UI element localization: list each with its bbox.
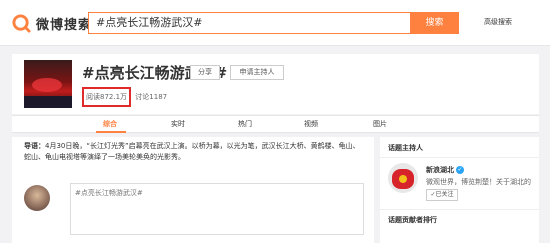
post-composer[interactable]: #点亮长江畅游武汉#: [70, 183, 364, 235]
host-description: 微观世界，博览荆楚！关于湖北的: [426, 178, 531, 186]
topic-guide: 导语：4月30日晚，“长江灯光秀”启幕亮在武汉上演。以桥为幕，以光为笔，武汉长江…: [24, 141, 364, 163]
host-name[interactable]: 新浪湖北 ✓: [426, 165, 464, 175]
follow-button[interactable]: ✓已关注: [426, 189, 458, 201]
tab-video[interactable]: 视频: [304, 119, 318, 129]
apply-host-button[interactable]: 申请主持人: [230, 65, 284, 80]
guide-label: 导语：: [24, 142, 45, 150]
advanced-search-link[interactable]: 高级搜索: [484, 17, 512, 27]
weibo-search-logo-icon: [12, 13, 31, 33]
tab-realtime[interactable]: 实时: [171, 119, 185, 129]
guide-text: 4月30日晚，“长江灯光秀”启幕亮在武汉上演。以桥为幕，以光为笔，武汉长江大桥、…: [24, 142, 360, 161]
tab-hot[interactable]: 热门: [238, 119, 252, 129]
host-avatar[interactable]: [388, 163, 418, 193]
contributors-section-title: 话题贡献者排行: [388, 216, 437, 224]
user-avatar[interactable]: [24, 185, 50, 211]
topic-cover-image: [24, 60, 72, 108]
host-section-title: 话题主持人: [388, 144, 423, 152]
active-tab-indicator: [96, 131, 126, 133]
divider: [380, 209, 539, 210]
search-button[interactable]: 搜索: [410, 12, 459, 34]
weibo-search-logo[interactable]: 微博搜索: [12, 13, 92, 33]
sidebar: 话题主持人 新浪湖北 ✓ 微观世界，博览荆楚！关于湖北的 ✓已关注 话题贡献者排行: [380, 137, 539, 243]
follow-label: 已关注: [435, 191, 454, 198]
search-input[interactable]: #点亮长江畅游武汉#: [88, 12, 411, 34]
tab-comprehensive[interactable]: 综合: [103, 119, 117, 129]
verified-icon: ✓: [456, 166, 464, 174]
top-bar: 微博搜索 #点亮长江畅游武汉# 搜索 高级搜索: [0, 0, 550, 46]
host-name-text[interactable]: 新浪湖北: [426, 166, 454, 174]
topic-stats: 阅读872.1万 讨论1187: [82, 87, 167, 107]
discussion-count: 讨论1187: [135, 93, 168, 101]
tab-bar: 综合 实时 热门 视频 图片: [12, 115, 539, 133]
share-button[interactable]: 分享: [190, 65, 220, 80]
main-feed: 导语：4月30日晚，“长江灯光秀”启幕亮在武汉上演。以桥为幕，以光为笔，武汉长江…: [12, 137, 374, 243]
read-count: 阅读872.1万: [82, 87, 132, 107]
divider: [380, 157, 539, 158]
topic-header: #点亮长江畅游武汉# 分享 申请主持人 阅读872.1万 讨论1187: [12, 54, 539, 114]
tab-images[interactable]: 图片: [373, 119, 387, 129]
logo-text: 微博搜索: [36, 17, 93, 33]
